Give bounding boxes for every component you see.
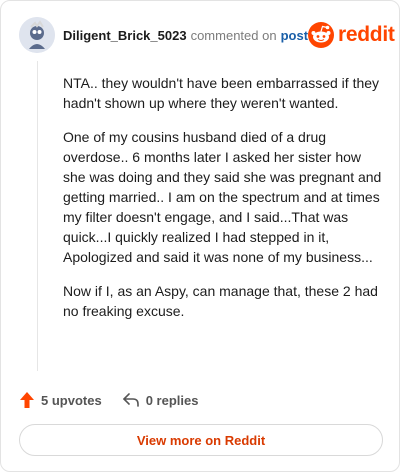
replies-button[interactable]: 0 replies — [122, 392, 199, 408]
username[interactable]: Diligent_Brick_5023 — [63, 28, 187, 43]
comment-actions: 5 upvotes 0 replies — [19, 389, 198, 411]
reddit-wordmark: reddit — [338, 23, 395, 46]
upvote-count: 5 upvotes — [41, 392, 102, 408]
comment-paragraph: Now if I, as an Aspy, can manage that, t… — [63, 283, 378, 319]
comment-paragraph: One of my cousins husband died of a drug… — [63, 129, 382, 265]
comment-paragraph: NTA.. they wouldn't have been embarrasse… — [63, 75, 380, 111]
comment-card: Diligent_Brick_5023 commented on post re… — [0, 0, 400, 472]
comment-body: NTA.. they wouldn't have been embarrasse… — [63, 73, 385, 335]
commented-on-text: commented on — [190, 27, 277, 43]
upvote-button[interactable]: 5 upvotes — [19, 391, 102, 409]
post-link[interactable]: post — [281, 28, 308, 43]
avatar[interactable] — [19, 17, 55, 53]
upvote-arrow-icon — [20, 392, 34, 408]
comment-header: Diligent_Brick_5023 commented on post re… — [19, 15, 395, 55]
thread-line[interactable] — [37, 61, 38, 371]
reply-count: 0 replies — [145, 392, 199, 408]
avatar-icon — [19, 17, 55, 53]
reddit-alien-icon — [308, 22, 335, 48]
reply-arrow-icon — [122, 393, 139, 407]
view-more-button[interactable]: View more on Reddit — [19, 424, 383, 456]
reddit-logo[interactable]: reddit — [308, 22, 395, 48]
comment-meta: Diligent_Brick_5023 commented on post — [63, 28, 308, 43]
